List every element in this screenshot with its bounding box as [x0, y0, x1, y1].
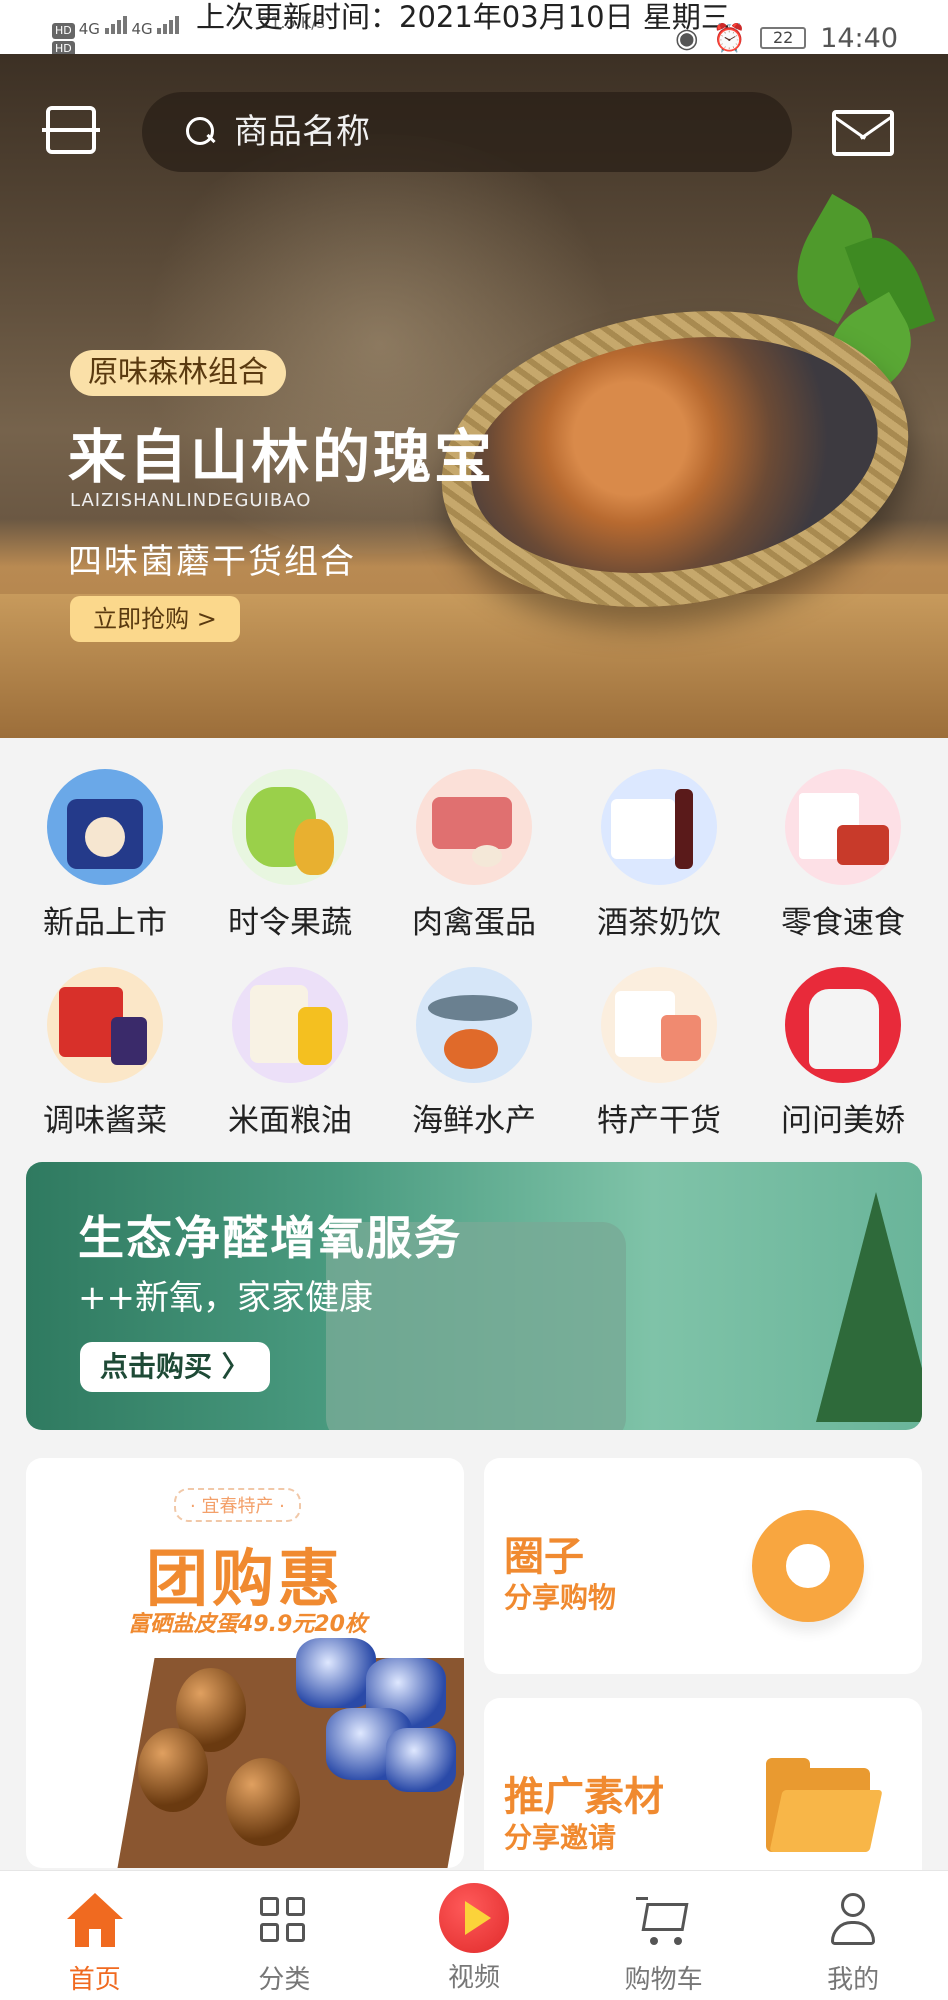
tab-label: 分类	[258, 1965, 311, 1995]
status-right: ◉ ⏰ 22 14:40	[675, 22, 898, 55]
update-note: 上次更新时间：2021年03月10日 星期三	[196, 0, 730, 34]
category-image	[232, 769, 348, 885]
tab-label: 我的	[827, 1965, 880, 1995]
category-image	[416, 967, 532, 1083]
tab-home[interactable]: 首页	[0, 1871, 190, 2000]
network-type: 4G	[131, 20, 153, 38]
signal-icon	[104, 12, 127, 34]
eye-icon: ◉	[675, 22, 699, 54]
wrapped-egg-image	[386, 1728, 456, 1792]
promo-material-card[interactable]: 推广素材 分享邀请	[484, 1698, 922, 1898]
circle-card[interactable]: 圈子 分享购物	[484, 1458, 922, 1674]
category-grid: 新品上市 时令果蔬 肉禽蛋品 酒茶奶饮 零食速食 调味酱菜 米面粮油 海鲜水产 …	[0, 760, 948, 1140]
hero-title: 来自山林的瑰宝	[68, 423, 496, 491]
tab-label: 购物车	[624, 1965, 703, 1995]
mail-icon[interactable]	[832, 110, 894, 156]
cart-icon	[635, 1893, 692, 1949]
home-icon	[66, 1893, 123, 1949]
status-bar: HD 4G 4G HD 21.5 K/s 上次更新时间：2021年03月10日 星…	[0, 0, 948, 57]
category-label: 调味酱菜	[43, 1103, 167, 1139]
category-seafood[interactable]: 海鲜水产	[399, 962, 549, 1142]
category-fruits-vegetables[interactable]: 时令果蔬	[215, 764, 365, 944]
category-label: 时令果蔬	[228, 905, 352, 941]
search-icon	[186, 117, 216, 147]
click-buy-button[interactable]: 点击购买 〉	[80, 1342, 270, 1392]
group-buy-card[interactable]: · 宜春特产 · 团购惠 富硒盐皮蛋49.9元20枚	[26, 1458, 464, 1868]
buy-now-button[interactable]: 立即抢购 >	[70, 596, 240, 642]
tab-label: 视频	[447, 1963, 500, 1993]
eco-subtitle: ++新氧，家家健康	[78, 1278, 373, 1318]
category-image	[232, 967, 348, 1083]
category-label: 海鲜水产	[412, 1103, 536, 1139]
battery-icon: 22	[760, 27, 807, 49]
category-meat-eggs[interactable]: 肉禽蛋品	[399, 764, 549, 944]
grid-icon	[256, 1893, 312, 1949]
clock: 14:40	[820, 22, 898, 54]
category-image	[416, 769, 532, 885]
category-label: 米面粮油	[228, 1103, 352, 1139]
promo-title: 推广素材	[504, 1774, 664, 1820]
alarm-icon: ⏰	[712, 23, 747, 54]
tab-mine[interactable]: 我的	[758, 1871, 948, 2000]
eco-title: 生态净醛增氧服务	[78, 1211, 462, 1265]
category-image	[47, 769, 163, 885]
category-label: 肉禽蛋品	[412, 905, 536, 941]
network-type: 4G	[78, 20, 100, 38]
egg-image	[138, 1728, 208, 1812]
search-bar[interactable]	[142, 92, 792, 172]
egg-image	[226, 1758, 300, 1846]
ring-icon	[752, 1510, 864, 1622]
region-chip: · 宜春特产 ·	[174, 1488, 301, 1522]
tab-label: 首页	[68, 1965, 121, 1995]
category-image	[601, 769, 717, 885]
category-new-arrivals[interactable]: 新品上市	[30, 764, 180, 944]
hero-tag: 原味森林组合	[70, 350, 286, 396]
tab-cart[interactable]: 购物车	[569, 1871, 759, 2000]
category-label: 新品上市	[43, 905, 167, 941]
network-indicators: HD 4G 4G HD	[52, 12, 180, 57]
category-image	[601, 967, 717, 1083]
promo-subtitle: 分享邀请	[504, 1821, 617, 1854]
signal-icon	[157, 12, 180, 34]
search-input[interactable]	[234, 112, 754, 152]
category-specialties[interactable]: 特产干货	[584, 962, 734, 1142]
folder-icon	[766, 1758, 883, 1852]
group-buy-desc: 富硒盐皮蛋49.9元20枚	[128, 1612, 367, 1637]
circle-title: 圈子	[504, 1534, 584, 1580]
category-label: 问问美娇	[781, 1103, 905, 1139]
category-label: 酒茶奶饮	[597, 905, 721, 941]
pine-tree-decoration	[816, 1192, 922, 1422]
hd-badge: HD	[52, 23, 75, 39]
hero-subtitle: 四味菌蘑干货组合	[68, 542, 356, 582]
top-bar	[0, 54, 948, 172]
category-drinks[interactable]: 酒茶奶饮	[584, 764, 734, 944]
tab-video[interactable]: 视频	[379, 1871, 569, 2000]
tab-category[interactable]: 分类	[190, 1871, 380, 2000]
wrapped-egg-image	[296, 1638, 376, 1708]
category-image	[47, 967, 163, 1083]
eco-service-banner[interactable]: 生态净醛增氧服务 ++新氧，家家健康 点击购买 〉	[26, 1162, 922, 1430]
hero-pinyin: LAIZISHANLINDEGUIBAO	[70, 490, 312, 511]
category-snacks[interactable]: 零食速食	[768, 764, 918, 944]
category-label: 特产干货	[597, 1103, 721, 1139]
circle-subtitle: 分享购物	[504, 1581, 617, 1614]
category-image	[785, 967, 901, 1083]
category-image	[785, 769, 901, 885]
category-grain-oil[interactable]: 米面粮油	[215, 962, 365, 1142]
group-buy-title: 团购惠	[146, 1542, 345, 1615]
scan-icon[interactable]	[42, 106, 100, 154]
category-wenwen-meijiao[interactable]: 问问美娇	[768, 962, 918, 1142]
category-label: 零食速食	[781, 905, 905, 941]
video-icon	[438, 1883, 509, 1953]
bottom-tab-bar: 首页 分类 视频 购物车 我的	[0, 1870, 948, 2000]
user-icon	[825, 1893, 881, 1949]
category-condiments[interactable]: 调味酱菜	[30, 962, 180, 1142]
